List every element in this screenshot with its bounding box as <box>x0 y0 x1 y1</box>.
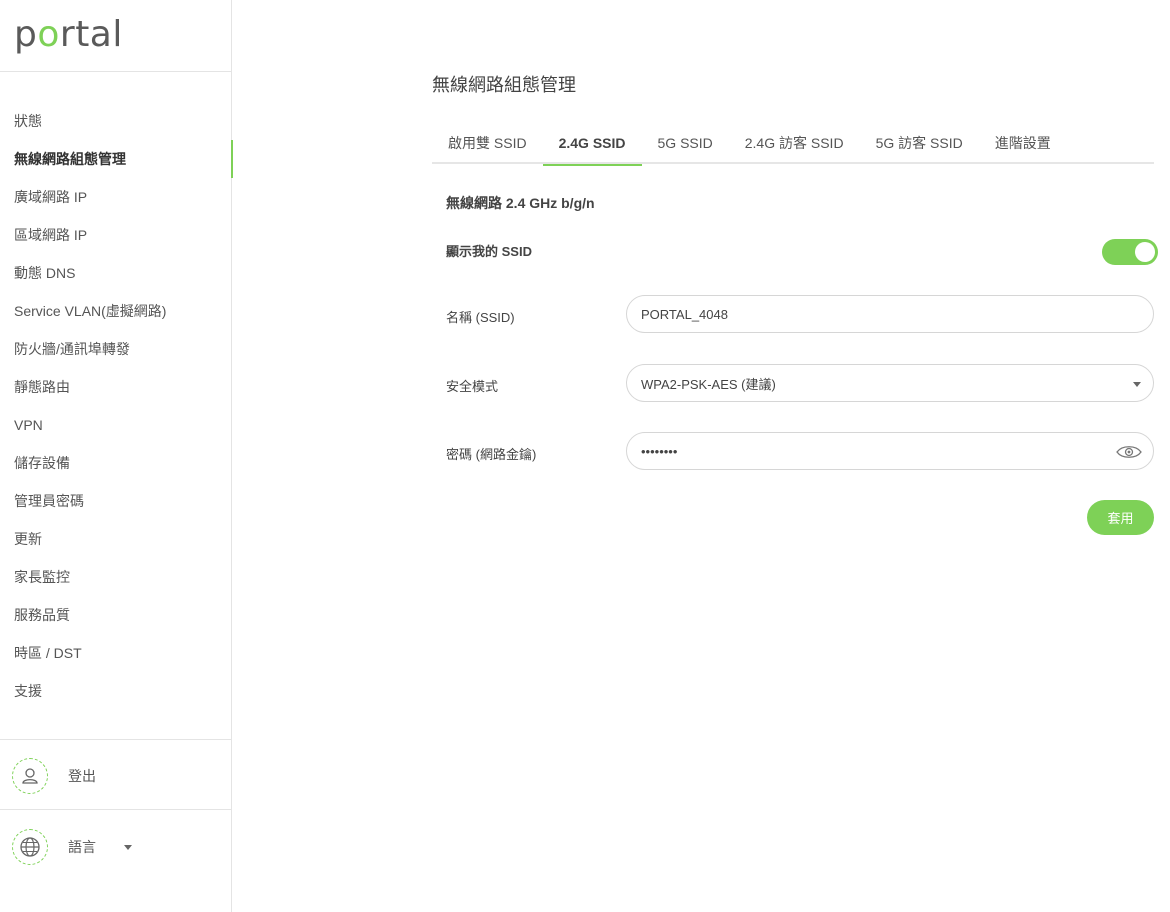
security-mode-select[interactable]: WPA2-PSK-AES (建議) <box>626 364 1154 402</box>
logout-divider <box>0 739 232 740</box>
sidebar-item-support[interactable]: 支援 <box>0 672 232 710</box>
sidebar-item-storage[interactable]: 儲存設備 <box>0 444 232 482</box>
page-title: 無線網路組態管理 <box>432 75 576 95</box>
sidebar-item-status[interactable]: 狀態 <box>0 102 232 140</box>
sidebar-nav: 狀態 無線網路組態管理 廣域網路 IP 區域網路 IP 動態 DNS Servi… <box>0 102 233 710</box>
sidebar-item-dynamic-dns[interactable]: 動態 DNS <box>0 254 232 292</box>
ssid-tabs: 啟用雙 SSID 2.4G SSID 5G SSID 2.4G 訪客 SSID … <box>432 124 1154 166</box>
sidebar-item-static-route[interactable]: 靜態路由 <box>0 368 232 406</box>
user-icon <box>12 758 48 794</box>
tab-advanced-settings[interactable]: 進階設置 <box>979 124 1067 164</box>
sidebar: p o rtal 狀態 無線網路組態管理 廣域網路 IP 區域網路 IP 動態 DN… <box>0 0 233 912</box>
sidebar-item-wireless-config[interactable]: 無線網路組態管理 <box>0 140 233 178</box>
logo-letter-p: p <box>14 14 38 55</box>
password-field-wrapper <box>626 432 1154 470</box>
eye-icon[interactable] <box>1115 442 1143 462</box>
ssid-name-input[interactable] <box>641 306 1081 322</box>
ssid-name-field-wrapper <box>626 295 1154 333</box>
chevron-down-icon <box>1133 382 1141 387</box>
tab-24g-ssid[interactable]: 2.4G SSID <box>542 124 642 166</box>
sidebar-item-parental-control[interactable]: 家長監控 <box>0 558 232 596</box>
section-title: 無線網路 2.4 GHz b/g/n <box>446 195 595 211</box>
sidebar-item-timezone-dst[interactable]: 時區 / DST <box>0 634 232 672</box>
sidebar-item-firewall-port-forward[interactable]: 防火牆/通訊埠轉發 <box>0 330 232 368</box>
portal-logo[interactable]: p o rtal <box>14 14 123 55</box>
password-label: 密碼 (網路金鑰) <box>446 447 537 462</box>
tab-5g-guest-ssid[interactable]: 5G 訪客 SSID <box>860 124 979 164</box>
sidebar-item-update[interactable]: 更新 <box>0 520 232 558</box>
chevron-down-icon <box>124 844 132 850</box>
logo-letters-rest: rtal <box>59 14 123 55</box>
toggle-knob <box>1135 242 1155 262</box>
sidebar-item-vpn[interactable]: VPN <box>0 406 232 444</box>
globe-icon <box>12 829 48 865</box>
show-ssid-toggle[interactable] <box>1102 239 1158 265</box>
tab-24g-guest-ssid[interactable]: 2.4G 訪客 SSID <box>729 124 860 164</box>
ssid-name-label: 名稱 (SSID) <box>446 310 515 325</box>
password-input[interactable] <box>641 443 1081 459</box>
logout-label: 登出 <box>68 768 96 784</box>
logo-letter-o: o <box>37 14 60 55</box>
sidebar-item-service-vlan[interactable]: Service VLAN(虛擬網路) <box>0 292 232 330</box>
language-selector[interactable]: 語言 <box>12 828 132 866</box>
security-mode-value: WPA2-PSK-AES (建議) <box>641 376 776 392</box>
logout-button[interactable]: 登出 <box>12 757 96 795</box>
show-ssid-label: 顯示我的 SSID <box>446 244 532 259</box>
sidebar-item-lan-ip[interactable]: 區域網路 IP <box>0 216 232 254</box>
sidebar-item-qos[interactable]: 服務品質 <box>0 596 232 634</box>
language-label: 語言 <box>68 839 96 855</box>
language-divider <box>0 809 232 810</box>
sidebar-item-admin-password[interactable]: 管理員密碼 <box>0 482 232 520</box>
apply-button[interactable]: 套用 <box>1087 500 1154 535</box>
tab-dual-ssid[interactable]: 啟用雙 SSID <box>432 124 543 164</box>
logo-divider <box>0 71 232 72</box>
tab-5g-ssid[interactable]: 5G SSID <box>642 124 729 164</box>
security-mode-label: 安全模式 <box>446 379 499 394</box>
sidebar-item-wan-ip[interactable]: 廣域網路 IP <box>0 178 232 216</box>
